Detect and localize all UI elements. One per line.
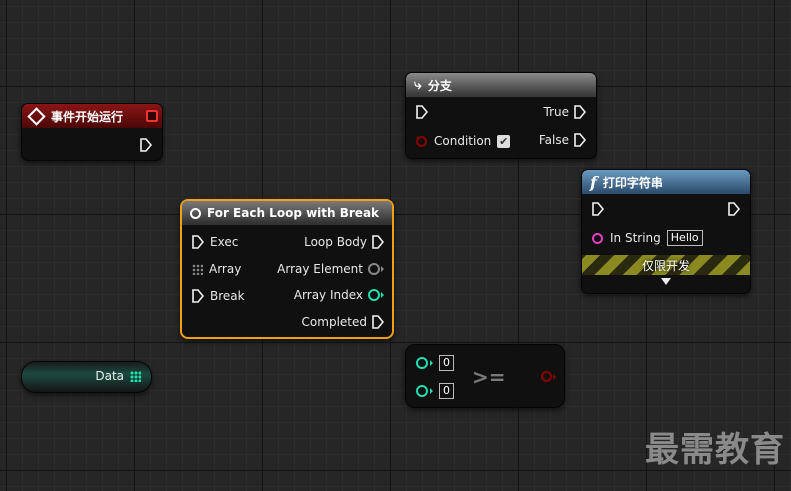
false-exec-pin[interactable]: [574, 133, 586, 147]
input-a-int-pin[interactable]: [416, 357, 428, 369]
event-node-title: 事件开始运行: [51, 109, 124, 124]
expand-arrow-icon[interactable]: [661, 278, 671, 285]
string-pin[interactable]: [592, 232, 603, 244]
array-index-label: Array Index: [293, 288, 363, 302]
condition-label: Condition: [434, 134, 492, 148]
print-exec-in-pin[interactable]: [592, 202, 605, 219]
foreach-break-input[interactable]: Break: [192, 287, 245, 305]
print-exec-out-pin[interactable]: [728, 202, 741, 219]
print-string-node[interactable]: f 打印字符串 In String Hello 仅限开发: [581, 169, 751, 294]
condition-checkbox[interactable]: ✔: [497, 134, 511, 148]
result-pin-arrow-icon: [553, 374, 556, 380]
result-bool-pin[interactable]: [541, 371, 552, 382]
branch-icon: ⤷: [414, 77, 422, 93]
print-node-header[interactable]: f 打印字符串: [582, 170, 750, 194]
event-node-header[interactable]: 事件开始运行: [22, 104, 162, 128]
true-label: True: [543, 105, 570, 119]
array-element-label: Array Element: [277, 262, 363, 276]
break-exec-pin[interactable]: [192, 289, 204, 303]
branch-node[interactable]: ⤷ 分支 True Condition ✔ False: [405, 72, 597, 159]
array-grid-icon[interactable]: [192, 263, 203, 275]
branch-true-output[interactable]: True: [543, 103, 586, 121]
event-diamond-icon: [27, 106, 46, 126]
exec-out-pin[interactable]: [140, 138, 153, 155]
greater-equal-node[interactable]: 0 0 >=: [405, 344, 565, 408]
in-string-label: In String: [610, 231, 661, 245]
branch-node-header[interactable]: ⤷ 分支: [406, 73, 596, 97]
input-b-pin-arrow-icon: [430, 388, 433, 394]
development-only-banner: 仅限开发: [582, 255, 750, 275]
compare-input-b[interactable]: 0: [416, 382, 454, 400]
input-a-pin-arrow-icon: [430, 360, 433, 366]
branch-false-output[interactable]: False: [539, 131, 586, 149]
foreach-node-header[interactable]: For Each Loop with Break: [182, 201, 392, 225]
delegate-pin-icon[interactable]: [146, 110, 158, 122]
loop-body-label: Loop Body: [304, 235, 367, 249]
blueprint-graph-canvas[interactable]: 事件开始运行 ⤷ 分支 True Condition ✔ False f 打印字…: [0, 0, 791, 491]
function-icon: f: [590, 172, 597, 192]
data-variable-label: Data: [95, 369, 124, 383]
branch-node-title: 分支: [427, 78, 452, 93]
completed-output[interactable]: Completed: [302, 313, 384, 331]
loop-body-output[interactable]: Loop Body: [304, 233, 384, 251]
exec-in-pin[interactable]: [192, 235, 204, 249]
development-only-label: 仅限开发: [641, 258, 690, 273]
compare-input-a[interactable]: 0: [416, 354, 454, 372]
data-variable-node[interactable]: Data: [21, 361, 152, 393]
event-begin-play-node[interactable]: 事件开始运行: [21, 103, 163, 161]
int-array-pin-icon[interactable]: [130, 370, 141, 382]
in-string-input[interactable]: In String Hello: [592, 229, 703, 247]
input-b-int-pin[interactable]: [416, 385, 428, 397]
for-each-loop-node[interactable]: For Each Loop with Break Exec Array Brea…: [180, 199, 394, 339]
foreach-array-input[interactable]: Array: [192, 260, 241, 278]
input-b-value-field[interactable]: 0: [439, 383, 454, 399]
array-index-output[interactable]: Array Index: [294, 286, 384, 304]
loop-body-exec-pin[interactable]: [372, 235, 384, 249]
int-pin[interactable]: [368, 289, 380, 301]
completed-label: Completed: [301, 315, 367, 329]
array-element-output[interactable]: Array Element: [277, 260, 384, 278]
condition-bool-pin[interactable]: [416, 135, 427, 147]
wildcard-pin[interactable]: [368, 263, 380, 275]
exec-label: Exec: [210, 235, 239, 249]
foreach-node-title: For Each Loop with Break: [207, 206, 380, 220]
true-exec-pin[interactable]: [574, 105, 586, 119]
completed-exec-pin[interactable]: [372, 315, 384, 329]
operator-label: >=: [472, 365, 506, 389]
branch-condition-input[interactable]: Condition ✔: [416, 132, 511, 150]
input-a-value-field[interactable]: 0: [439, 355, 454, 371]
in-string-value-field[interactable]: Hello: [666, 230, 703, 246]
wildcard-pin-arrow-icon: [381, 266, 384, 272]
loop-icon: [190, 207, 201, 219]
false-label: False: [538, 133, 569, 147]
branch-exec-in-pin[interactable]: [416, 105, 429, 122]
int-pin-arrow-icon: [381, 292, 384, 298]
array-label: Array: [209, 262, 242, 276]
print-node-title: 打印字符串: [602, 175, 663, 190]
foreach-exec-input[interactable]: Exec: [192, 233, 238, 251]
break-label: Break: [210, 289, 245, 303]
watermark: 最需教育: [645, 430, 785, 470]
